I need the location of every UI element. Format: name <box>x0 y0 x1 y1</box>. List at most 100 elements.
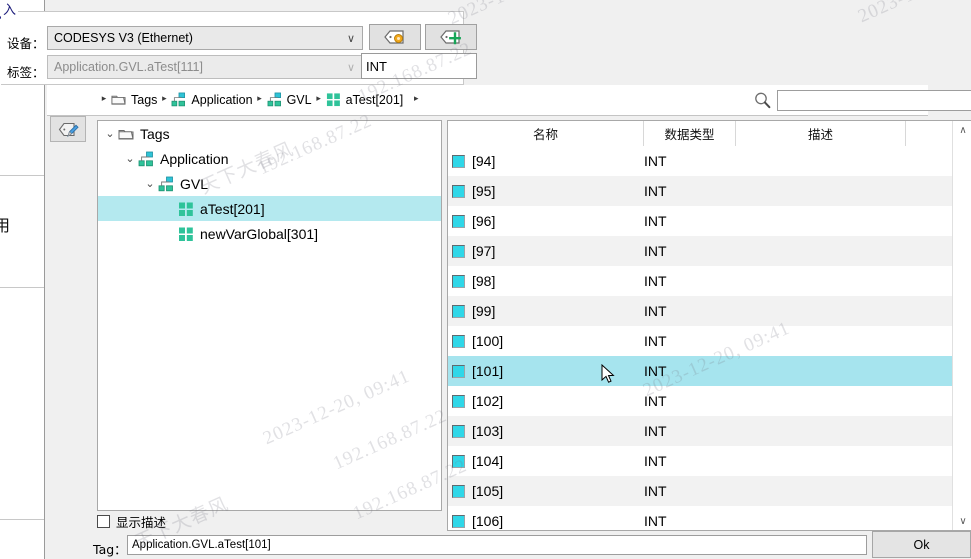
table-row[interactable]: [102] INT <box>448 386 954 416</box>
breadcrumb-item-tags[interactable]: Tags <box>111 92 157 107</box>
table-cell-name: [99] <box>448 303 644 319</box>
show-description-checkbox[interactable] <box>97 515 110 528</box>
tree-item-label: aTest[201] <box>200 200 265 217</box>
table-header-cell-0[interactable]: 名称 <box>448 121 644 146</box>
hierarchy-icon <box>138 151 154 167</box>
show-description-label: 显示描述 <box>116 515 167 530</box>
tag-list-panel[interactable]: 名称 数据类型 描述 [94] INT [95] INT [96] INT [97] INT [98… <box>447 120 971 531</box>
breadcrumb-separator-trailing[interactable]: ▸ <box>409 95 423 104</box>
chevron-down-icon[interactable]: ⌄ <box>122 152 138 165</box>
tree-item-atest-201[interactable]: aTest[201] <box>98 196 441 221</box>
variable-icon <box>452 184 465 198</box>
array-icon <box>326 93 340 107</box>
table-cell-name-text: [101] <box>472 363 504 379</box>
edit-tag-button[interactable] <box>50 116 86 142</box>
search-area <box>753 90 971 111</box>
table-cell-name-text: [100] <box>472 333 504 349</box>
folder-icon <box>111 95 126 105</box>
breadcrumb-item-gvl[interactable]: GVL <box>267 92 312 107</box>
table-header-cell-2[interactable]: 描述 <box>736 121 906 146</box>
footer-tag-label: Tag： <box>93 542 127 557</box>
device-label: 设备： <box>7 36 45 51</box>
table-cell-datatype: INT <box>644 243 667 259</box>
variable-icon <box>452 304 465 318</box>
table-cell-datatype: INT <box>644 363 667 379</box>
footer-tag-field[interactable]: Application.GVL.aTest[101] <box>127 535 867 555</box>
scroll-down-icon[interactable]: ∨ <box>953 512 971 530</box>
list-vertical-scrollbar[interactable]: ∧ ∨ <box>952 121 971 530</box>
connection-group-legend: 入 <box>1 0 19 18</box>
tree-item-label: Tags <box>140 125 170 142</box>
table-row[interactable]: [106] INT <box>448 506 954 530</box>
table-row[interactable]: [103] INT <box>448 416 954 446</box>
table-body: [94] INT [95] INT [96] INT [97] INT [98] INT [99] I… <box>448 146 954 530</box>
tree-item-label: newVarGlobal[301] <box>200 225 319 242</box>
background-divider-1 <box>0 175 44 176</box>
folder-icon <box>118 126 134 142</box>
hierarchy-icon <box>158 176 173 191</box>
tree-item-tags[interactable]: ⌄ Tags <box>98 121 441 146</box>
table-cell-datatype: INT <box>644 483 667 499</box>
device-combobox[interactable]: CODESYS V3 (Ethernet) ∨ <box>47 26 363 50</box>
device-combobox-value: CODESYS V3 (Ethernet) <box>54 31 193 45</box>
hierarchy-icon <box>171 92 186 107</box>
tag-gear-icon <box>384 30 404 44</box>
table-row[interactable]: [94] INT <box>448 146 954 176</box>
search-input[interactable] <box>777 90 971 111</box>
table-row[interactable]: [99] INT <box>448 296 954 326</box>
table-row[interactable]: [104] INT <box>448 446 954 476</box>
variable-icon <box>452 364 465 378</box>
array-icon <box>178 201 194 217</box>
datatype-field[interactable]: INT <box>361 53 477 79</box>
add-device-button[interactable] <box>425 24 477 50</box>
table-row[interactable]: [98] INT <box>448 266 954 296</box>
variable-icon <box>452 244 465 258</box>
chevron-down-icon[interactable]: ⌄ <box>142 177 158 190</box>
chevron-down-icon: ∨ <box>346 61 356 74</box>
configure-device-button[interactable] <box>369 24 421 50</box>
tag-label: 标签： <box>7 65 45 80</box>
table-cell-name: [101] <box>448 363 644 379</box>
table-row[interactable]: [96] INT <box>448 206 954 236</box>
table-row[interactable]: [95] INT <box>448 176 954 206</box>
ok-button[interactable]: Ok <box>872 531 971 558</box>
chevron-down-icon[interactable]: ⌄ <box>102 127 118 140</box>
table-cell-datatype: INT <box>644 333 667 349</box>
table-cell-datatype: INT <box>644 513 667 529</box>
hierarchy-icon <box>158 176 174 192</box>
breadcrumb-item-atest-201[interactable]: aTest[201] <box>326 92 404 107</box>
table-row[interactable]: [97] INT <box>448 236 954 266</box>
table-row[interactable]: [105] INT <box>448 476 954 506</box>
table-cell-name: [94] <box>448 153 644 169</box>
table-header-cell-1[interactable]: 数据类型 <box>644 121 736 146</box>
tag-combobox[interactable]: Application.GVL.aTest[111] ∨ <box>47 55 363 79</box>
breadcrumb-item-application[interactable]: Application <box>171 92 253 107</box>
show-description-row[interactable]: 显示描述 <box>97 512 166 531</box>
breadcrumb-bar: ▸ Tags ▸ Application ▸ GVL ▸ aTest[201] ▸ <box>47 85 971 116</box>
variable-icon <box>452 424 465 438</box>
breadcrumb-item-label: aTest[201] <box>345 92 404 107</box>
variable-icon <box>452 334 465 348</box>
table-cell-datatype: INT <box>644 453 667 469</box>
tag-tree-panel[interactable]: ⌄ Tags ⌄ Application ⌄ GVL aTest[201] newVarGlo… <box>97 120 442 511</box>
table-cell-datatype: INT <box>644 213 667 229</box>
breadcrumb-item-label: GVL <box>286 92 312 107</box>
tag-browser-dialog: 入 设备： CODESYS V3 (Ethernet) ∨ 标签： Applic… <box>1 0 971 559</box>
tree-item-gvl[interactable]: ⌄ GVL <box>98 171 441 196</box>
table-cell-name-text: [98] <box>472 273 496 289</box>
table-cell-name-text: [104] <box>472 453 504 469</box>
scroll-up-icon[interactable]: ∧ <box>953 121 971 139</box>
chevron-down-icon: ∨ <box>346 32 356 45</box>
table-header-cell-3[interactable] <box>906 121 946 146</box>
tree-item-application[interactable]: ⌄ Application <box>98 146 441 171</box>
search-icon[interactable] <box>753 91 772 110</box>
table-cell-name-text: [102] <box>472 393 504 409</box>
table-cell-datatype: INT <box>644 183 667 199</box>
tree-item-newvarglobal-301[interactable]: newVarGlobal[301] <box>98 221 441 246</box>
table-row[interactable]: [100] INT <box>448 326 954 356</box>
table-cell-name: [96] <box>448 213 644 229</box>
breadcrumb-item-label: Tags <box>131 92 158 107</box>
variable-icon <box>452 154 465 168</box>
table-header-row: 名称 数据类型 描述 <box>448 121 971 147</box>
table-row[interactable]: [101] INT <box>448 356 954 386</box>
